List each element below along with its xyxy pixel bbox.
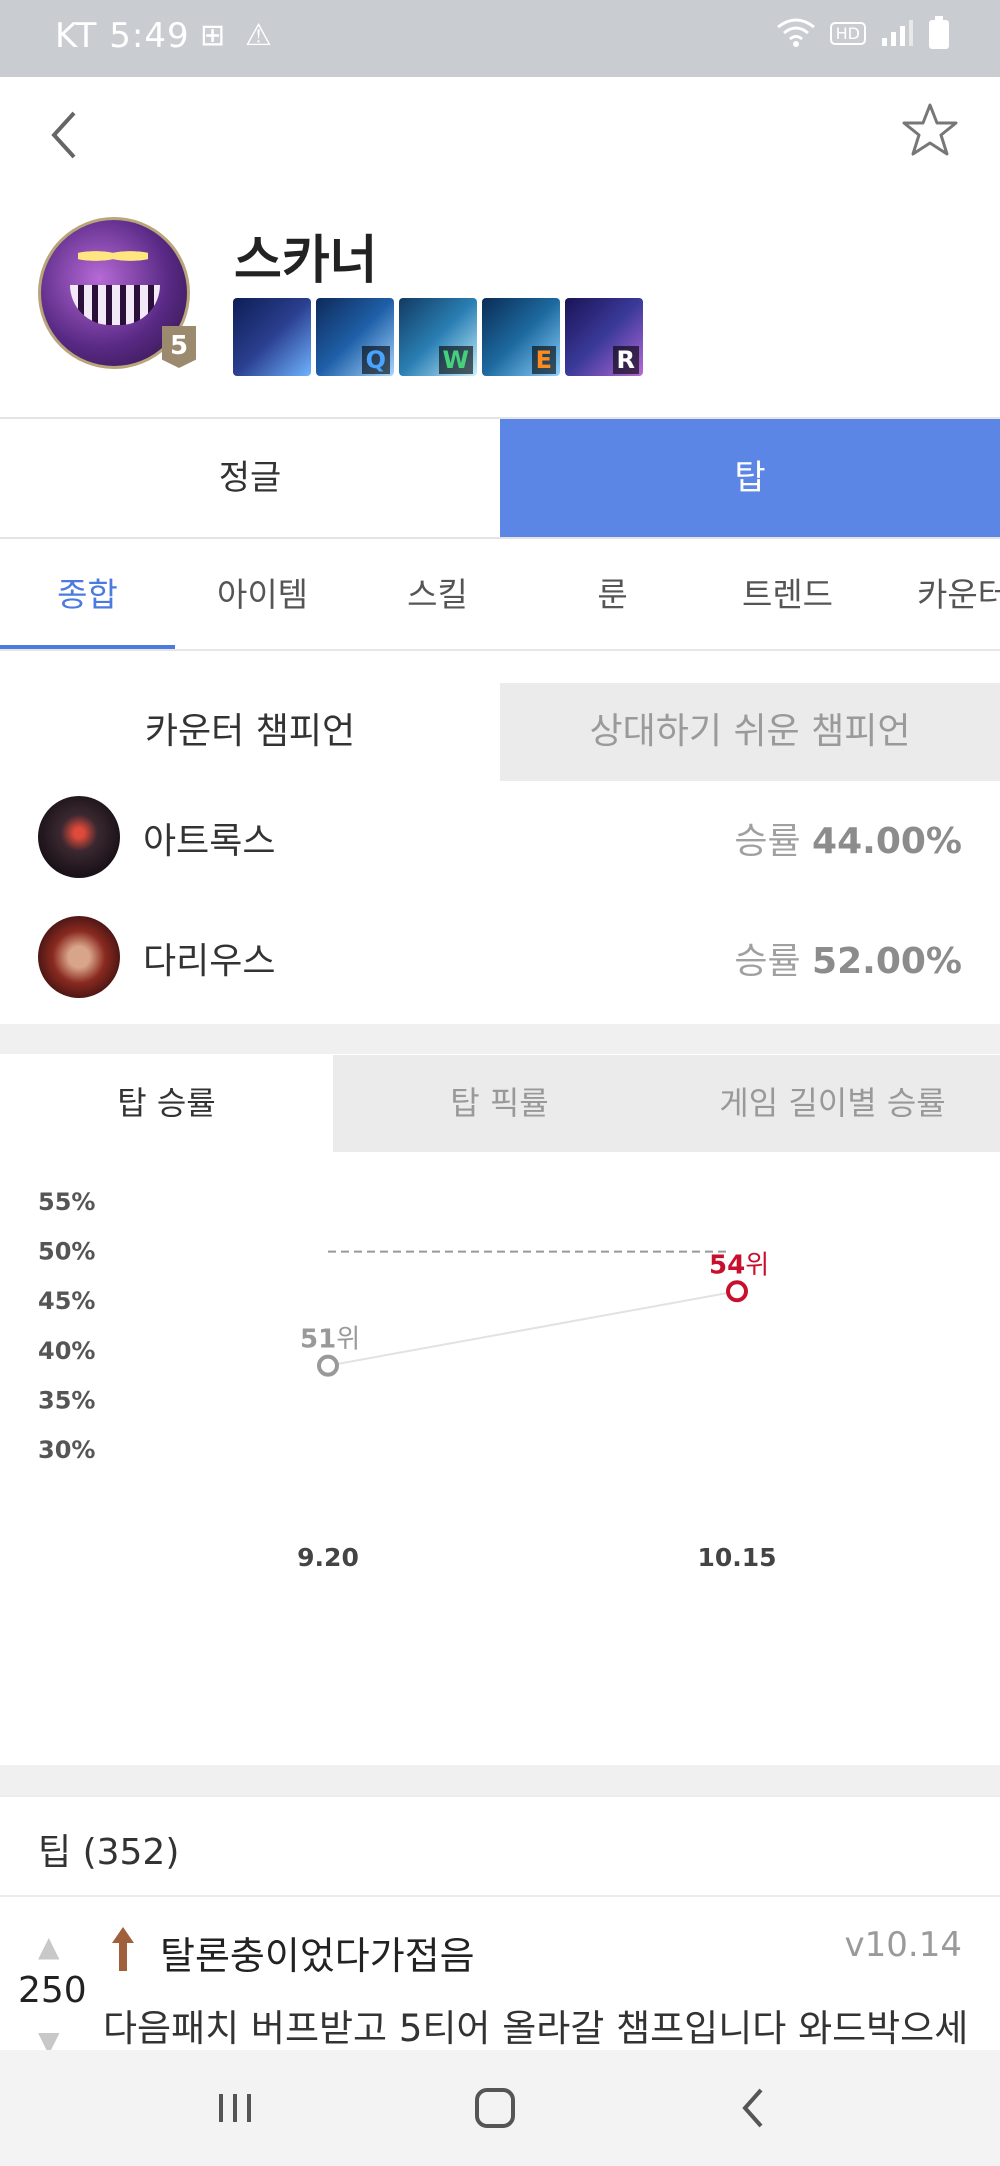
tab-counters[interactable]: 카운터 [875,537,1000,649]
tab-trends[interactable]: 트렌드 [700,537,875,649]
y-tick-label: 55% [38,1188,95,1216]
battery-icon [929,16,949,49]
y-tick-label: 50% [38,1238,95,1266]
tab-skills[interactable]: 스킬 [350,537,525,649]
win-rate-label: 승률 [734,821,801,862]
hd-icon: HD [829,21,866,45]
vote-count: 250 [18,1970,87,2011]
list-item[interactable]: 아트록스 승률 44.00% [0,776,1000,896]
tab-easy-champions[interactable]: 상대하기 쉬운 챔피언 [500,683,1000,781]
tab-top[interactable]: 탑 [500,419,1000,537]
home-icon[interactable] [465,2078,525,2138]
skill-w[interactable]: W [399,298,477,376]
tab-top-winrate[interactable]: 탑 승률 [0,1055,333,1152]
list-item[interactable]: 다리우스 승률 52.00% [0,896,1000,1016]
tab-items[interactable]: 아이템 [175,537,350,649]
winrate-chart: 55% 50% 45% 40% 35% 30% 51위 9.20 54위 10.15 [38,1188,777,1572]
back-icon[interactable] [725,2078,785,2138]
skill-q[interactable]: Q [316,298,394,376]
section-divider [0,1024,1000,1054]
tip-text: 다음패치 버프받고 5티어 올라갈 챔프입니다 와드박으세 [103,2007,969,2050]
user-rank-icon [112,1927,134,1971]
navigation-bar [0,2050,1000,2166]
skill-icons: Q W E R [233,298,643,376]
win-rate-value: 52.00% [812,941,962,982]
graph-tabs: 탑 승률 탑 픽률 게임 길이별 승률 [0,1055,1000,1152]
tab-overview[interactable]: 종합 [0,537,175,649]
tab-winrate-by-length[interactable]: 게임 길이별 승률 [666,1055,999,1152]
champion-name: 다리우스 [143,941,276,982]
recent-apps-icon[interactable] [205,2078,265,2138]
tip-version: v10.14 [844,1925,962,1965]
x-tick-label: 9.20 [297,1543,359,1572]
champion-name: 스카너 [234,231,378,291]
win-rate: 승률 44.00% [734,812,962,864]
tab-runes[interactable]: 룬 [525,537,700,649]
status-carrier-time: KT 5:49 [55,16,190,56]
x-tick-label: 10.15 [697,1543,776,1572]
skill-e[interactable]: E [482,298,560,376]
favorite-star-icon[interactable] [900,100,960,160]
rank-label: 54위 [709,1250,769,1280]
champion-avatar-aatrox [38,796,120,878]
counter-tabs: 카운터 챔피언 상대하기 쉬운 챔피언 [0,683,1000,781]
section-tabs: 종합 아이템 스킬 룬 트렌드 카운터 [0,537,1000,651]
data-point [317,1354,339,1377]
series-line [327,1290,738,1367]
tips-header: 팁 (352) [0,1795,1000,1897]
skill-r-key: R [612,346,639,374]
y-tick-label: 40% [38,1337,95,1365]
skill-r[interactable]: R [565,298,643,376]
back-arrow-icon[interactable] [40,105,90,165]
dnd-icon: ⊞ [200,18,226,53]
y-tick-label: 45% [38,1287,95,1315]
avatar-eyes [78,245,148,267]
tab-counter-champions[interactable]: 카운터 챔피언 [0,683,500,781]
tip-author: 탈론충이었다가접음 [160,1934,475,1978]
level-badge: 5 [162,326,196,368]
win-rate-label: 승률 [734,941,801,982]
champion-name: 아트록스 [143,821,276,862]
rank-label: 51위 [300,1325,360,1355]
y-tick-label: 30% [38,1436,95,1464]
warning-icon: ⚠ [245,18,272,53]
section-divider [0,1765,1000,1795]
win-rate: 승률 52.00% [734,932,962,984]
status-icons: HD [776,16,950,50]
upvote-icon[interactable]: ▲ [38,1930,60,1963]
lane-tabs: 정글 탑 [0,417,1000,539]
skill-w-key: W [438,346,473,374]
signal-icon [882,20,913,46]
wifi-icon [776,18,815,47]
tips-title: 팁 (352) [38,1832,180,1873]
tab-jungle[interactable]: 정글 [0,419,500,537]
y-tick-label: 35% [38,1386,95,1414]
tab-top-pickrate[interactable]: 탑 픽률 [333,1055,666,1152]
data-point [726,1280,748,1303]
skill-passive[interactable] [233,298,311,376]
skill-q-key: Q [361,346,390,374]
champion-avatar-darius [38,916,120,998]
skill-e-key: E [531,346,556,374]
win-rate-value: 44.00% [812,821,962,862]
